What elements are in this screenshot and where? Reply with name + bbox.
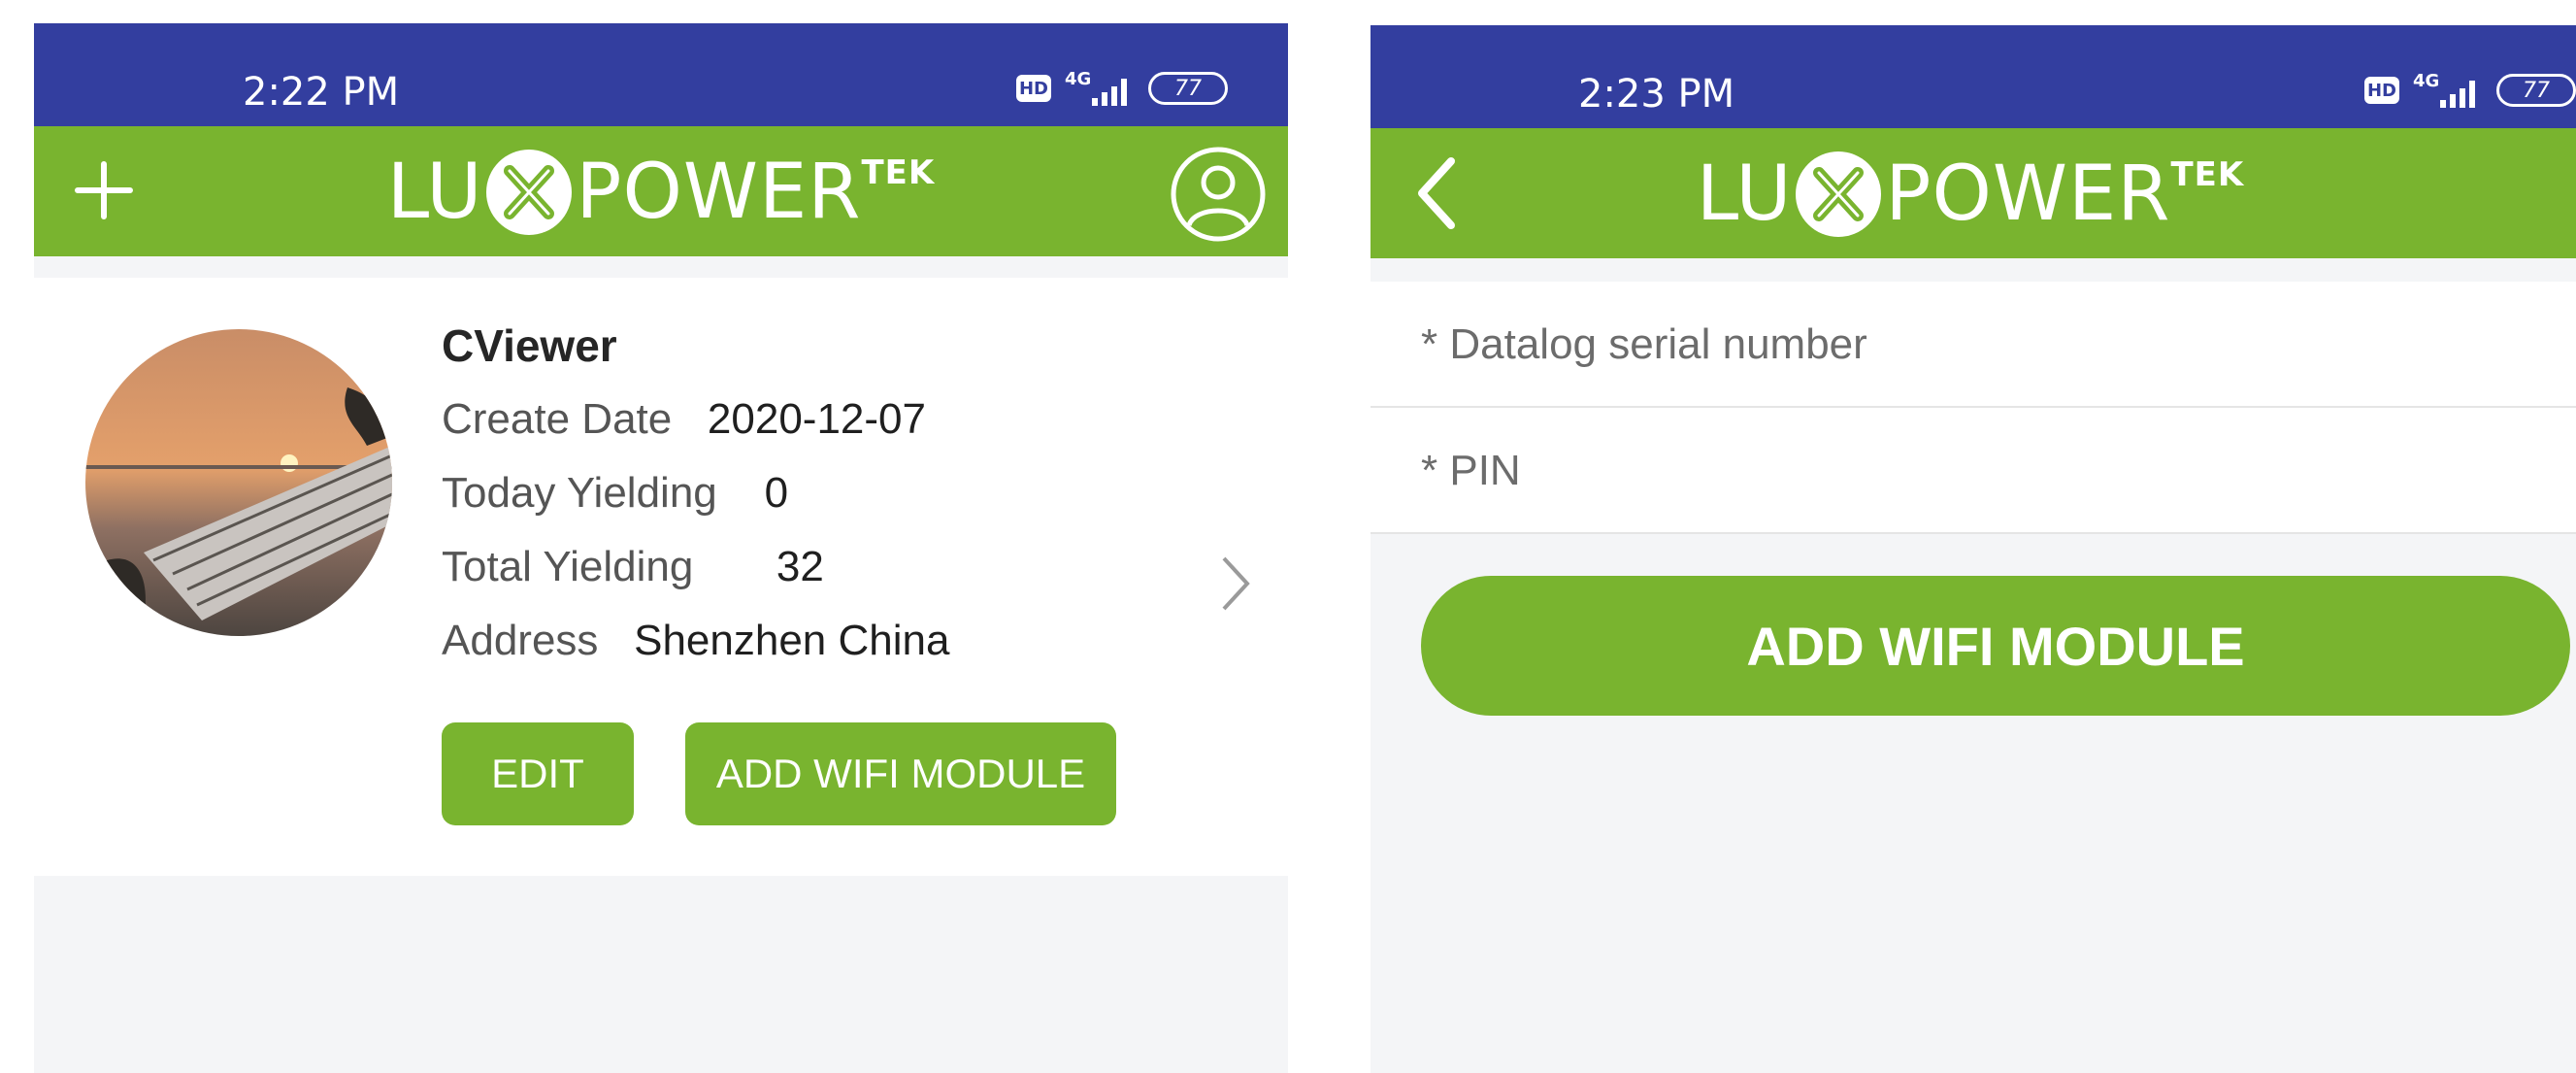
address-value: Shenzhen China	[634, 617, 950, 664]
add-wifi-module-submit-button[interactable]: ADD WIFI MODULE	[1421, 576, 2570, 716]
status-icons: HD 4G 77	[2364, 71, 2576, 110]
create-date-label: Create Date	[442, 395, 673, 443]
datalog-serial-input[interactable]	[1421, 311, 2489, 379]
logo-x-icon	[1796, 151, 1882, 237]
status-bar: 2:23 PM HD 4G 77	[1371, 25, 2576, 128]
today-yield-label: Today Yielding	[442, 469, 717, 517]
pin-row	[1371, 408, 2576, 534]
total-yield-label: Total Yielding	[442, 543, 694, 590]
total-yield-value: 32	[776, 543, 824, 590]
luxpower-logo: LU POWER TEK	[386, 149, 936, 236]
user-circle-icon[interactable]	[1170, 146, 1267, 243]
network-type: 4G	[1065, 69, 1092, 89]
status-icons: HD 4G 77	[1016, 69, 1228, 108]
chevron-right-icon[interactable]	[1210, 545, 1259, 622]
status-time: 2:23 PM	[1578, 72, 1735, 117]
address-label: Address	[442, 617, 599, 664]
pin-input[interactable]	[1421, 437, 2489, 505]
station-avatar	[85, 329, 392, 636]
luxpower-logo: LU POWER TEK	[1696, 151, 2245, 238]
battery-icon: 77	[1148, 72, 1228, 105]
add-wifi-module-button[interactable]: ADD WIFI MODULE	[685, 722, 1116, 825]
edit-button[interactable]: EDIT	[442, 722, 634, 825]
serial-number-row	[1371, 282, 2576, 408]
add-wifi-module-screen: 2:23 PM HD 4G 77 LU POWER TEK ADD WIFI M…	[1371, 25, 2576, 1073]
station-list-screen: 2:22 PM HD 4G 77 LU POWER TEK CViewer Cr…	[34, 23, 1288, 1073]
status-time: 2:22 PM	[243, 70, 400, 115]
hd-icon: HD	[2364, 77, 2399, 104]
status-bar: 2:22 PM HD 4G 77	[34, 23, 1288, 126]
today-yield-value: 0	[764, 469, 789, 517]
network-type: 4G	[2413, 71, 2440, 91]
create-date-row: Create Date 2020-12-07	[442, 395, 926, 444]
battery-icon: 77	[2496, 74, 2576, 107]
station-card[interactable]: CViewer Create Date 2020-12-07 Today Yie…	[34, 278, 1288, 876]
hd-icon: HD	[1016, 75, 1051, 102]
address-row: Address Shenzhen China	[442, 617, 949, 665]
create-date-value: 2020-12-07	[707, 395, 926, 443]
signal-icon: 4G	[2413, 71, 2483, 110]
station-name: CViewer	[442, 320, 617, 371]
signal-icon: 4G	[1065, 69, 1135, 108]
total-yield-row: Total Yielding 32	[442, 543, 824, 591]
today-yield-row: Today Yielding 0	[442, 469, 788, 518]
app-bar: LU POWER TEK	[34, 126, 1288, 256]
logo-x-icon	[486, 150, 573, 235]
app-bar: LU POWER TEK	[1371, 128, 2576, 258]
